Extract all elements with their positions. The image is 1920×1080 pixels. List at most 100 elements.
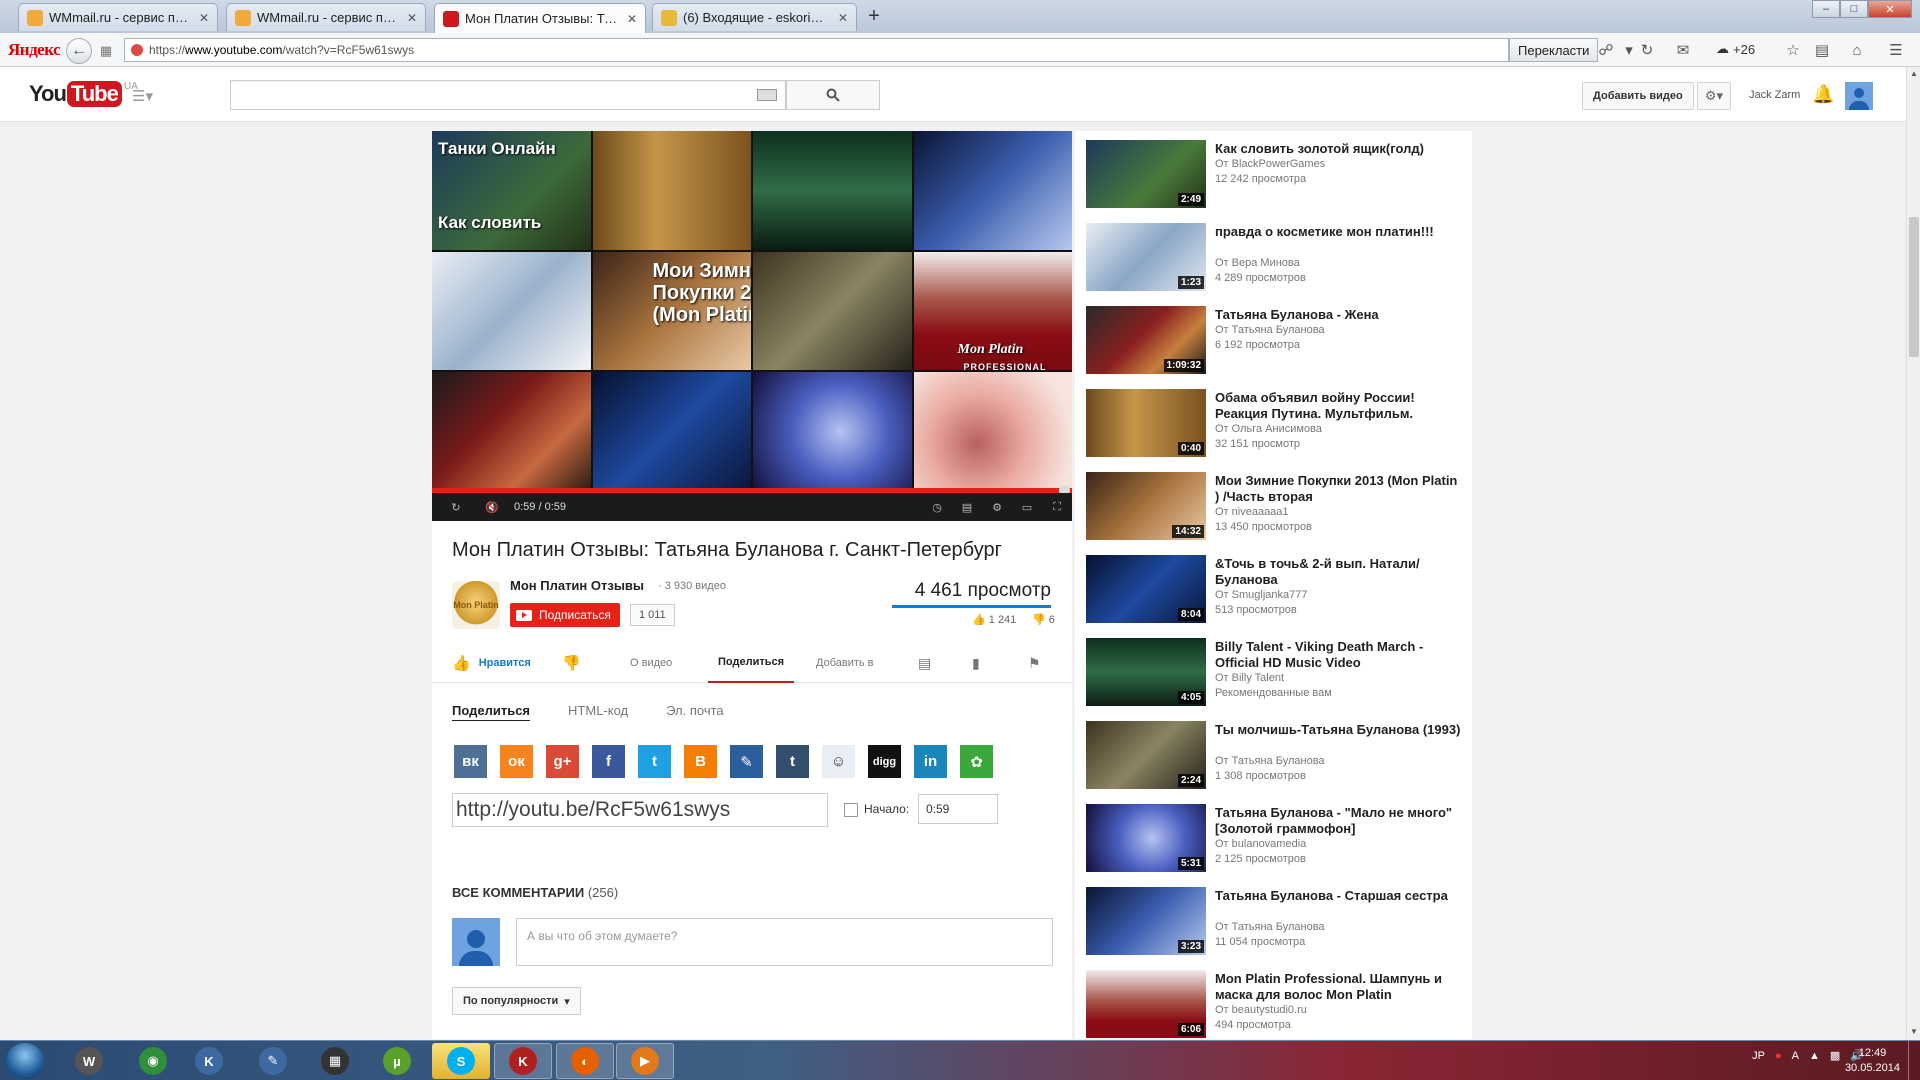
like-button[interactable]: 👍 Нравится [452, 643, 531, 683]
home-icon[interactable]: ⌂ [1846, 39, 1868, 61]
minimize-button[interactable]: – [1812, 0, 1840, 18]
window-close-button[interactable]: ✕ [1868, 0, 1912, 18]
reddit-share-icon[interactable]: ☺ [822, 745, 855, 778]
youtube-logo[interactable]: You Tube UA [29, 81, 138, 107]
related-video-item[interactable]: 1:23 правда о косметике мон платин!!! От В… [1086, 223, 1466, 293]
menu-icon[interactable]: ☰ [1885, 39, 1907, 61]
related-video-title[interactable]: &Точь в точь& 2-й вып. Натали/Буланова [1215, 556, 1465, 588]
dislike-button[interactable]: 👎 [562, 643, 581, 683]
theater-mode-icon[interactable]: ▭ [1012, 493, 1042, 521]
close-icon[interactable]: ✕ [838, 11, 848, 25]
yandex-logo[interactable]: Яндекс [8, 40, 61, 60]
video-thumbnail[interactable]: 2:24 [1086, 721, 1206, 789]
odnoklassniki-share-icon[interactable]: ок [500, 745, 533, 778]
blogger-share-icon[interactable]: B [684, 745, 717, 778]
taskbar-utorrent[interactable]: µ [368, 1043, 426, 1079]
taskbar-media-app[interactable]: ▦ [306, 1043, 364, 1079]
mail-agent-share-icon[interactable]: ✿ [960, 745, 993, 778]
related-video-item[interactable]: 8:04 &Точь в точь& 2-й вып. Натали/Булано… [1086, 555, 1466, 625]
taskbar-pen-app[interactable]: ✎ [244, 1043, 302, 1079]
tab-add-to[interactable]: Добавить в [816, 643, 874, 683]
related-video-title[interactable]: Как словить золотой ящик(голд) [1215, 141, 1465, 157]
facebook-share-icon[interactable]: f [592, 745, 625, 778]
livejournal-share-icon[interactable]: ✎ [730, 745, 763, 778]
taskbar-skype[interactable]: S [432, 1043, 490, 1079]
notifications-bell-icon[interactable]: 🔔 [1812, 84, 1834, 105]
end-screen-thumbnail[interactable] [753, 251, 912, 371]
video-thumbnail[interactable]: 2:49 [1086, 140, 1206, 208]
related-video-title[interactable]: Обама объявил войну России! Реакция Пути… [1215, 390, 1465, 422]
end-screen-thumbnail[interactable] [753, 372, 912, 491]
video-thumbnail[interactable]: 0:40 [1086, 389, 1206, 457]
end-screen-thumbnail[interactable] [592, 131, 751, 250]
close-icon[interactable]: ✕ [199, 11, 209, 25]
related-video-item[interactable]: 14:32 Мои Зимние Покупки 2013 (Mon Platin… [1086, 472, 1466, 542]
related-video-title[interactable]: Ты молчишь-Татьяна Буланова (1993) [1215, 722, 1465, 738]
tab-share-links[interactable]: Поделиться [452, 703, 531, 721]
channel-logo[interactable]: Mon Platin [452, 581, 500, 629]
taskbar-video-player[interactable]: ▶ [616, 1043, 674, 1079]
close-icon[interactable]: ✕ [407, 11, 417, 25]
tab-email[interactable]: Эл. почта [666, 703, 724, 721]
bookmark-star-icon[interactable]: ☆ [1782, 39, 1804, 61]
related-video-title[interactable]: Татьяна Буланова - Жена [1215, 307, 1465, 323]
end-screen-thumbnail[interactable] [913, 131, 1072, 250]
digg-share-icon[interactable]: digg [868, 745, 901, 778]
search-button[interactable] [786, 80, 880, 110]
avatar[interactable] [1845, 82, 1873, 110]
statistics-icon[interactable]: ▮ [972, 643, 980, 683]
video-thumbnail[interactable]: 4:05 [1086, 638, 1206, 706]
start-button[interactable] [6, 1043, 44, 1079]
browser-tab-1[interactable]: WMmail.ru - сервис почт... ✕ [18, 3, 218, 31]
related-video-item[interactable]: 6:06 Mon Platin Professional. Шампунь и м… [1086, 970, 1466, 1039]
replay-icon[interactable]: ↻ [438, 493, 474, 521]
close-icon[interactable]: ✕ [627, 12, 637, 26]
network-icon[interactable]: ▩ [1830, 1049, 1840, 1062]
related-video-item[interactable]: 4:05 Billy Talent - Viking Death March - … [1086, 638, 1466, 708]
new-tab-button[interactable]: + [862, 5, 886, 29]
share-url-field[interactable]: http://youtu.be/RcF5w61swys [452, 793, 828, 827]
vk-share-icon[interactable]: вк [454, 745, 487, 778]
scrollbar-thumb[interactable] [1909, 217, 1919, 357]
end-screen-thumbnail[interactable] [913, 372, 1072, 491]
back-arrow-icon[interactable]: ← [66, 38, 92, 64]
sort-comments-dropdown[interactable]: По популярности ▾ [452, 987, 581, 1015]
guide-menu-icon[interactable]: ☰▾ [132, 87, 153, 105]
end-screen-thumbnail[interactable] [753, 131, 912, 250]
gear-icon[interactable]: ⚙ [982, 493, 1012, 521]
video-thumbnail[interactable]: 8:04 [1086, 555, 1206, 623]
related-video-item[interactable]: 2:49 Как словить золотой ящик(голд) От Bla… [1086, 140, 1466, 210]
maximize-button[interactable]: □ [1840, 0, 1868, 18]
reader-mode-icon[interactable]: ☍ [1595, 39, 1617, 61]
browser-tab-4[interactable]: (6) Входящие - eskorial-pa... ✕ [652, 3, 857, 31]
related-video-item[interactable]: 2:24 Ты молчишь-Татьяна Буланова (1993) От… [1086, 721, 1466, 791]
video-thumbnail[interactable]: 5:31 [1086, 804, 1206, 872]
tray-expand-icon[interactable]: ▲ [1809, 1050, 1820, 1062]
browser-tab-2[interactable]: WMmail.ru - сервис почт... ✕ [226, 3, 426, 31]
transcript-icon[interactable]: ▤ [918, 643, 931, 683]
taskbar-kcy-app[interactable]: K [494, 1043, 552, 1079]
page-scrollbar[interactable]: ▲ ▼ [1906, 67, 1920, 1039]
video-thumbnail[interactable]: 3:23 [1086, 887, 1206, 955]
weather-widget[interactable]: ☁ +26 [1716, 41, 1755, 57]
upload-video-button[interactable]: Добавить видео [1582, 82, 1694, 110]
report-flag-icon[interactable]: ⚑ [1028, 643, 1041, 683]
related-video-item[interactable]: 0:40 Обама объявил войну России! Реакция … [1086, 389, 1466, 459]
reload-icon[interactable]: ↻ [1636, 39, 1658, 61]
address-bar[interactable]: https:// www.youtube.com /watch?v=RcF5w6… [124, 38, 1509, 62]
browser-tab-3-active[interactable]: Мон Платин Отзывы: Тат... ✕ [434, 3, 646, 33]
watch-later-icon[interactable]: ◷ [922, 493, 952, 521]
related-video-item[interactable]: 3:23 Татьяна Буланова - Старшая сестра От … [1086, 887, 1466, 957]
end-screen-thumbnail[interactable]: Танки Онлайн Как словить [432, 131, 591, 250]
taskbar-app-k[interactable]: K [180, 1043, 238, 1079]
fullscreen-icon[interactable]: ⛶ [1042, 493, 1072, 521]
video-thumbnail[interactable]: 14:32 [1086, 472, 1206, 540]
end-screen-thumbnail[interactable]: Мои Зимние Покупки 2013 (Mon Platin) [592, 251, 751, 371]
translate-button[interactable]: Перекласти [1509, 38, 1599, 62]
taskbar-firefox[interactable]: ◐ [556, 1043, 614, 1079]
tab-about[interactable]: О видео [630, 643, 672, 683]
taskbar-world-of-tanks[interactable]: W [60, 1043, 118, 1079]
scroll-down-icon[interactable]: ▼ [1907, 1025, 1920, 1039]
bookmarks-list-icon[interactable]: ▤ [1811, 39, 1833, 61]
subscribe-button[interactable]: Подписаться [510, 603, 620, 627]
